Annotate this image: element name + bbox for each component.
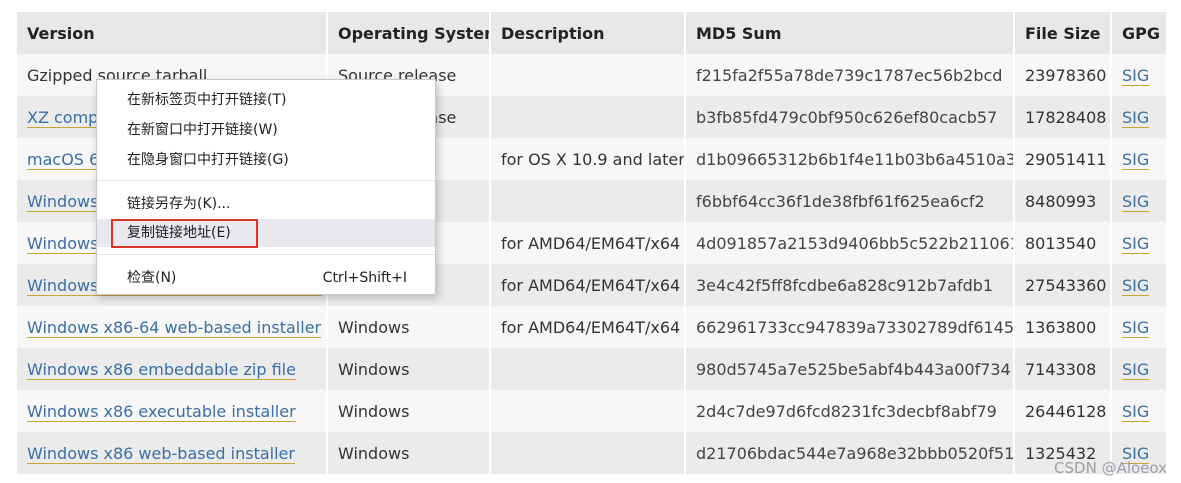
cell-md5: f6bbf64cc36f1de38fbf61f625ea6cf2: [685, 180, 1015, 222]
cell-version: Windows x86 executable installer: [17, 390, 328, 432]
cell-file-size: 7143308: [1014, 348, 1112, 390]
gpg-signature-link[interactable]: SIG: [1122, 191, 1150, 212]
cell-md5: 980d5745a7e525be5abf4b443a00f734: [685, 348, 1015, 390]
cell-gpg: SIG: [1111, 138, 1168, 180]
table-row: Windows x86 web-based installer Windows d2…: [17, 432, 1168, 474]
cell-file-size: 17828408: [1014, 96, 1112, 138]
cell-md5: d1b09665312b6b1f4e11b03b6a4510a3: [685, 138, 1015, 180]
cell-os: Windows: [327, 306, 491, 348]
menu-item-save-link-as[interactable]: 链接另存为(K)...: [97, 190, 435, 218]
cell-file-size: 8013540: [1014, 222, 1112, 264]
menu-item-open-incognito[interactable]: 在隐身窗口中打开链接(G): [97, 146, 435, 174]
cell-md5: 2d4c7de97d6fcd8231fc3decbf8abf79: [685, 390, 1015, 432]
menu-item-label: 检查(N): [127, 270, 177, 286]
cell-description: [490, 390, 686, 432]
cell-os: Windows: [327, 390, 491, 432]
menu-item-label: 链接另存为(K)...: [127, 196, 231, 212]
cell-description: [490, 180, 686, 222]
cell-file-size: 23978360: [1014, 54, 1112, 96]
cell-gpg: SIG: [1111, 180, 1168, 222]
cell-os: Windows: [327, 348, 491, 390]
cell-gpg: SIG: [1111, 348, 1168, 390]
menu-separator: [97, 180, 435, 181]
cell-description: [490, 432, 686, 474]
table-row: Windows x86-64 web-based installer Window…: [17, 306, 1168, 348]
cell-md5: 4d091857a2153d9406bb5c522b211061: [685, 222, 1015, 264]
col-header-description[interactable]: Description: [490, 12, 686, 54]
col-header-os[interactable]: Operating System: [327, 12, 491, 54]
table-header-row: Version Operating System Description MD5…: [17, 12, 1168, 54]
cell-file-size: 26446128: [1014, 390, 1112, 432]
menu-item-copy-link-address[interactable]: 复制链接地址(E): [97, 219, 435, 248]
cell-gpg: SIG: [1111, 264, 1168, 306]
cell-md5: 662961733cc947839a73302789df6145: [685, 306, 1015, 348]
cell-description: for AMD64/EM64T/x64: [490, 222, 686, 264]
download-link[interactable]: Windows x86 executable installer: [27, 401, 296, 422]
menu-item-open-new-window[interactable]: 在新窗口中打开链接(W): [97, 116, 435, 144]
menu-item-inspect[interactable]: 检查(N) Ctrl+Shift+I: [97, 264, 435, 292]
cell-md5: b3fb85fd479c0bf950c626ef80cacb57: [685, 96, 1015, 138]
gpg-signature-link[interactable]: SIG: [1122, 65, 1150, 86]
download-link[interactable]: Windows x86 embeddable zip file: [27, 359, 296, 380]
cell-description: [490, 54, 686, 96]
gpg-signature-link[interactable]: SIG: [1122, 359, 1150, 380]
col-header-file-size[interactable]: File Size: [1014, 12, 1112, 54]
cell-version: Windows x86 embeddable zip file: [17, 348, 328, 390]
cell-file-size: 27543360: [1014, 264, 1112, 306]
gpg-signature-link[interactable]: SIG: [1122, 275, 1150, 296]
cell-file-size: 1363800: [1014, 306, 1112, 348]
watermark: CSDN @Aloeox: [1054, 459, 1167, 477]
cell-version: Windows x86 web-based installer: [17, 432, 328, 474]
menu-item-open-new-tab[interactable]: 在新标签页中打开链接(T): [97, 86, 435, 114]
menu-item-label: 在隐身窗口中打开链接(G): [127, 152, 289, 168]
cell-md5: 3e4c42f5ff8fcdbe6a828c912b7afdb1: [685, 264, 1015, 306]
menu-item-label: 在新标签页中打开链接(T): [127, 92, 287, 108]
cell-version: Windows x86-64 web-based installer: [17, 306, 328, 348]
cell-gpg: SIG: [1111, 222, 1168, 264]
download-link[interactable]: Windows x86 web-based installer: [27, 443, 295, 464]
cell-gpg: SIG: [1111, 96, 1168, 138]
cell-md5: f215fa2f55a78de739c1787ec56b2bcd: [685, 54, 1015, 96]
gpg-signature-link[interactable]: SIG: [1122, 149, 1150, 170]
menu-item-label: 在新窗口中打开链接(W): [127, 122, 278, 138]
cell-gpg: SIG: [1111, 54, 1168, 96]
cell-description: for OS X 10.9 and later: [490, 138, 686, 180]
cell-file-size: 8480993: [1014, 180, 1112, 222]
cell-description: [490, 348, 686, 390]
table-row: Windows x86 embeddable zip file Windows 98…: [17, 348, 1168, 390]
menu-separator: [97, 254, 435, 255]
cell-description: for AMD64/EM64T/x64: [490, 264, 686, 306]
col-header-version[interactable]: Version: [17, 12, 328, 54]
highlight-box: [111, 219, 258, 248]
cell-gpg: SIG: [1111, 390, 1168, 432]
cell-file-size: 29051411: [1014, 138, 1112, 180]
cell-gpg: SIG: [1111, 306, 1168, 348]
col-header-gpg[interactable]: GPG: [1111, 12, 1168, 54]
col-header-md5[interactable]: MD5 Sum: [685, 12, 1015, 54]
table-row: Windows x86 executable installer Windows 2…: [17, 390, 1168, 432]
gpg-signature-link[interactable]: SIG: [1122, 233, 1150, 254]
gpg-signature-link[interactable]: SIG: [1122, 401, 1150, 422]
download-link[interactable]: Windows x86-64 web-based installer: [27, 317, 322, 338]
gpg-signature-link[interactable]: SIG: [1122, 317, 1150, 338]
context-menu: 在新标签页中打开链接(T) 在新窗口中打开链接(W) 在隐身窗口中打开链接(G)…: [96, 79, 436, 295]
cell-description: [490, 96, 686, 138]
cell-md5: d21706bdac544e7a968e32bbb0520f51: [685, 432, 1015, 474]
cell-os: Windows: [327, 432, 491, 474]
cell-description: for AMD64/EM64T/x64: [490, 306, 686, 348]
gpg-signature-link[interactable]: SIG: [1122, 107, 1150, 128]
menu-item-shortcut: Ctrl+Shift+I: [322, 270, 407, 286]
